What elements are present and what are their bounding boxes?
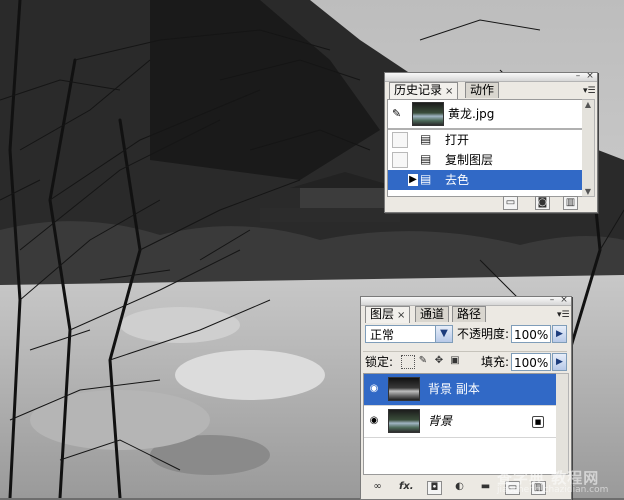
history-panel: – × 历史记录× 动作 ▾☰ ✎ 黄龙.jpg ▤ 打开 ▤ 复制图层 ▶: [384, 71, 598, 213]
history-step-label: 去色: [445, 173, 470, 187]
tab-channels-label: 通道: [420, 307, 445, 321]
camera-snapshot-icon[interactable]: ◙: [535, 196, 550, 210]
history-brush-icon[interactable]: ✎: [392, 107, 401, 120]
adjustment-icon[interactable]: ◐: [453, 481, 466, 493]
tab-layers-label: 图层: [370, 307, 395, 321]
layer-row-selected[interactable]: ◉ 背景 副本: [364, 374, 556, 406]
lock-transparency-icon[interactable]: [401, 355, 415, 369]
lock-brush-icon[interactable]: ✎: [417, 355, 429, 367]
history-step[interactable]: ▤ 打开: [388, 130, 582, 150]
panel-menu-icon[interactable]: ▾☰: [583, 86, 596, 96]
layers-scrollbar[interactable]: [556, 373, 569, 475]
document-icon: ▤: [420, 172, 432, 186]
snapshot-row[interactable]: ✎ 黄龙.jpg: [388, 100, 582, 130]
close-icon[interactable]: ×: [397, 310, 405, 321]
close-icon[interactable]: ×: [559, 295, 569, 305]
opacity-input[interactable]: 100%: [511, 325, 551, 343]
layer-thumbnail: [388, 377, 420, 401]
panel-menu-icon[interactable]: ▾☰: [557, 310, 570, 320]
history-panel-titlebar[interactable]: – ×: [385, 71, 597, 82]
scroll-up-icon[interactable]: ▲: [582, 100, 594, 109]
document-icon: ▤: [420, 132, 432, 146]
layer-name: 背景 副本: [428, 382, 480, 396]
blend-mode-select[interactable]: 正常 ▼: [365, 325, 453, 343]
minimize-icon[interactable]: –: [547, 295, 557, 305]
layer-row[interactable]: ◉ 背景 ■: [364, 406, 556, 438]
lock-label: 锁定:: [365, 355, 394, 369]
layers-panel-titlebar[interactable]: – ×: [361, 295, 571, 306]
history-step-label: 复制图层: [445, 153, 494, 167]
history-bottom-toolbar: ▭ ◙ ▥: [387, 196, 595, 210]
link-icon[interactable]: ∞: [371, 481, 384, 493]
tab-channels[interactable]: 通道: [415, 306, 450, 322]
history-step-selected[interactable]: ▶ ▤ 去色: [388, 170, 582, 190]
fx-icon[interactable]: fx.: [399, 481, 414, 493]
tab-actions-label: 动作: [470, 83, 495, 97]
scroll-down-icon[interactable]: ▼: [582, 187, 594, 196]
chevron-down-icon[interactable]: ▼: [435, 326, 452, 342]
blend-mode-value: 正常: [370, 328, 395, 342]
history-source-checkbox[interactable]: [392, 172, 408, 188]
group-folder-icon[interactable]: ▬: [479, 481, 492, 493]
history-step-label: 打开: [445, 133, 470, 147]
watermark-url: jiaocheng.chazidian.com: [497, 485, 609, 495]
state-slider-icon[interactable]: ▶: [408, 174, 418, 186]
layer-list: ◉ 背景 副本 ◉ 背景 ■: [363, 373, 557, 475]
tab-paths[interactable]: 路径: [452, 306, 487, 322]
layer-name: 背景: [428, 414, 453, 428]
snapshot-thumbnail: [412, 102, 444, 126]
eye-icon[interactable]: ◉: [367, 383, 381, 395]
trash-icon[interactable]: ▥: [563, 196, 578, 210]
opacity-slider-arrow-icon[interactable]: ▶: [552, 325, 567, 343]
history-list: ✎ 黄龙.jpg ▤ 打开 ▤ 复制图层 ▶ ▤ 去色: [387, 99, 583, 197]
tab-history[interactable]: 历史记录 ×: [389, 82, 459, 99]
layer-thumbnail: [388, 409, 420, 433]
snapshot-name: 黄龙.jpg: [448, 107, 495, 121]
history-scrollbar[interactable]: ▲ ▼: [582, 99, 595, 197]
lock-all-icon[interactable]: ▣: [449, 355, 461, 367]
tab-layers[interactable]: 图层 ×: [365, 306, 411, 323]
tab-actions[interactable]: 动作: [465, 82, 500, 98]
lock-icon: ■: [532, 416, 544, 428]
eye-icon[interactable]: ◉: [367, 415, 381, 427]
history-step[interactable]: ▤ 复制图层: [388, 150, 582, 170]
minimize-icon[interactable]: –: [573, 71, 583, 81]
tab-history-label: 历史记录: [394, 83, 443, 97]
fill-input[interactable]: 100%: [511, 353, 551, 371]
tab-paths-label: 路径: [457, 307, 482, 321]
opacity-label: 不透明度:: [457, 327, 510, 341]
history-source-checkbox[interactable]: [392, 152, 408, 168]
fill-slider-arrow-icon[interactable]: ▶: [552, 353, 567, 371]
history-source-checkbox[interactable]: [392, 132, 408, 148]
fill-label: 填充:: [481, 355, 510, 369]
close-icon[interactable]: ×: [445, 86, 453, 97]
document-icon: ▤: [420, 152, 432, 166]
close-icon[interactable]: ×: [585, 71, 595, 81]
mask-icon[interactable]: ◘: [427, 481, 442, 495]
new-document-from-state-icon[interactable]: ▭: [503, 196, 518, 210]
lock-move-icon[interactable]: ✥: [433, 355, 445, 367]
